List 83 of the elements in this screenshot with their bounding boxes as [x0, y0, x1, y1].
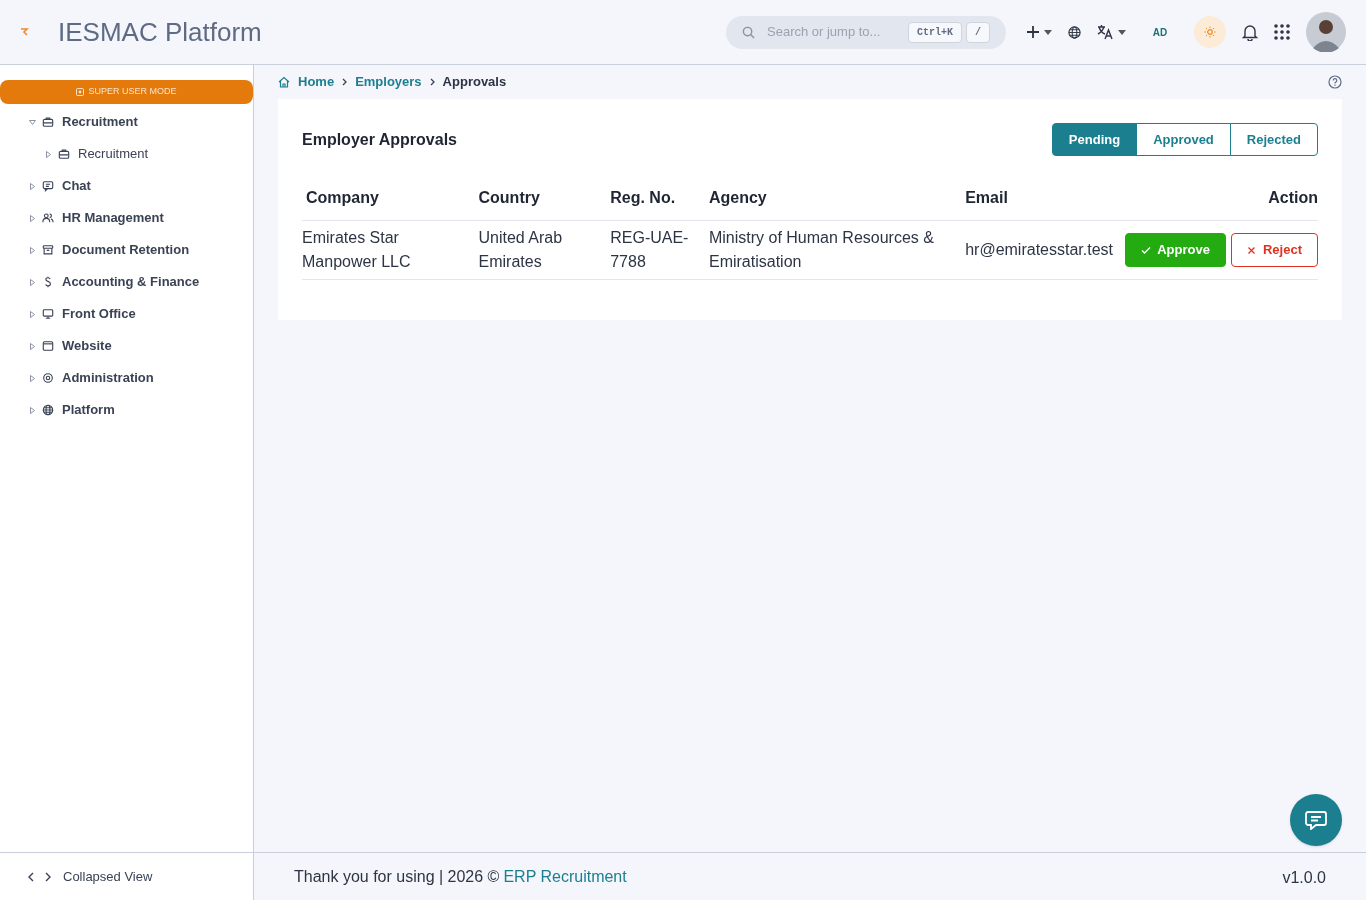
- table-cell: hr@emiratesstar.test: [965, 220, 1125, 280]
- sidebar-item[interactable]: Document Retention: [62, 240, 190, 260]
- people-icon: [42, 212, 54, 224]
- caret-icon[interactable]: [28, 406, 36, 414]
- archive-icon: [42, 244, 54, 256]
- chevron-icon: [342, 78, 348, 86]
- column-header: Reg. No.: [610, 176, 709, 221]
- filter-tab[interactable]: Rejected: [1229, 123, 1318, 156]
- breadcrumb-link[interactable]: Home: [298, 72, 335, 92]
- gear-icon: [42, 372, 54, 384]
- language-button[interactable]: AD: [1142, 24, 1178, 40]
- erp-recruitment-link[interactable]: ERP Recruitment: [503, 864, 627, 889]
- shortcut-key: Ctrl+K: [907, 21, 962, 43]
- chevron-icon: [429, 78, 435, 86]
- search-icon: [742, 25, 755, 39]
- sidebar-item[interactable]: HR Management: [62, 208, 164, 228]
- table-cell: REG-UAE-7788: [610, 220, 709, 280]
- sidebar-item[interactable]: Platform: [62, 400, 115, 420]
- filter-tab[interactable]: Approved: [1136, 123, 1231, 156]
- column-header: Action: [1125, 176, 1318, 221]
- sidebar-item[interactable]: Administration: [62, 368, 154, 388]
- logo-icon: [20, 28, 30, 36]
- close-icon: [1247, 245, 1257, 255]
- sidebar-item[interactable]: Front Office: [62, 304, 136, 324]
- sidebar-item[interactable]: Website: [62, 336, 112, 356]
- translate-button[interactable]: [1097, 24, 1126, 40]
- globe-icon: [42, 404, 54, 416]
- sidebar-item[interactable]: Accounting & Finance: [62, 272, 200, 292]
- table-cell: United Arab Emirates: [478, 220, 611, 280]
- chat-fab-button[interactable]: [1290, 794, 1342, 846]
- briefcase-icon: [42, 116, 54, 128]
- caret-icon[interactable]: [28, 118, 36, 126]
- reject-button[interactable]: Reject: [1231, 233, 1318, 267]
- caret-icon[interactable]: [28, 310, 36, 318]
- caret-icon[interactable]: [28, 374, 36, 382]
- column-header: Email: [965, 176, 1125, 221]
- table-cell: Ministry of Human Resources & Emiratisation: [708, 220, 966, 280]
- super-user-mode-badge: SUPER USER MODE: [0, 80, 253, 104]
- table-cell: Emirates Star Manpower LLC: [302, 220, 479, 280]
- window-icon: [42, 340, 54, 352]
- translate-icon: [1097, 24, 1114, 40]
- app-title: IESMAC Platform: [58, 15, 262, 49]
- check-icon: [1141, 245, 1152, 255]
- caret-icon[interactable]: [28, 342, 36, 350]
- shortcut-key: /: [966, 21, 990, 43]
- plus-icon: [1026, 25, 1040, 39]
- monitor-icon: [42, 308, 54, 320]
- sidebar-item[interactable]: Recruitment: [78, 144, 149, 164]
- sidebar-item[interactable]: Chat: [62, 176, 91, 196]
- filter-tab[interactable]: Pending: [1051, 123, 1138, 156]
- collapsed-view-label[interactable]: Collapsed View: [63, 866, 153, 887]
- search-field[interactable]: Search or jump to...: [767, 22, 896, 42]
- theme-toggle-button[interactable]: [1194, 16, 1226, 48]
- breadcrumb-current: Approvals: [442, 73, 507, 92]
- home-icon[interactable]: [278, 76, 290, 88]
- dollar-icon: [42, 276, 54, 288]
- sun-icon: [1204, 26, 1216, 38]
- add-menu-button[interactable]: [1026, 25, 1052, 39]
- column-header: Country: [478, 176, 611, 221]
- column-header: Agency: [708, 176, 966, 221]
- version-label: v1.0.0: [1282, 867, 1326, 888]
- caret-icon[interactable]: [28, 182, 36, 190]
- search-bar[interactable]: Search or jump to... Ctrl+K /: [726, 15, 1006, 49]
- message-icon: [42, 180, 54, 192]
- column-header: Company: [302, 176, 479, 221]
- caret-icon: [1044, 29, 1052, 35]
- caret-icon[interactable]: [28, 214, 36, 222]
- caret-icon[interactable]: [28, 278, 36, 286]
- caret-icon[interactable]: [44, 150, 52, 158]
- breadcrumb-link[interactable]: Employers: [355, 72, 422, 92]
- collapse-arrows-icon[interactable]: [28, 871, 51, 882]
- help-icon[interactable]: [1328, 75, 1342, 89]
- globe-icon[interactable]: [1068, 25, 1081, 39]
- apps-grid-icon[interactable]: [1274, 24, 1290, 40]
- caret-icon[interactable]: [28, 246, 36, 254]
- avatar-icon[interactable]: [1306, 12, 1346, 52]
- briefcase-icon: [58, 148, 70, 160]
- bell-icon[interactable]: [1242, 23, 1258, 41]
- sidebar-item[interactable]: Recruitment: [62, 112, 138, 132]
- card-title: Employer Approvals: [302, 129, 457, 150]
- chat-icon: [1305, 810, 1327, 830]
- footer-text: Thank you for using | 2026 ©: [294, 866, 500, 887]
- caret-icon: [1118, 29, 1126, 35]
